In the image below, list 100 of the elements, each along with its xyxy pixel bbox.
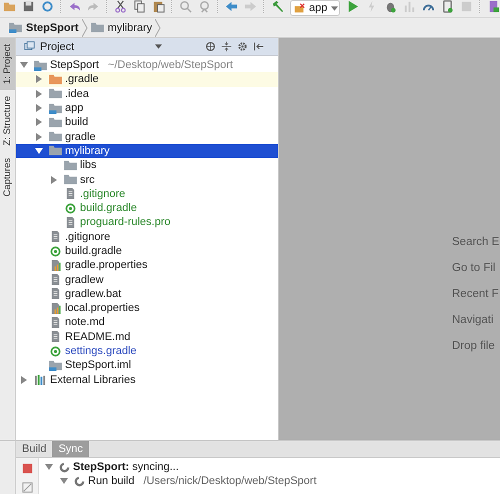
tool-window-tab[interactable]: Z: Structure — [0, 90, 15, 152]
folder-icon — [64, 174, 77, 186]
expand-arrow-icon[interactable] — [35, 104, 43, 112]
tree-item[interactable]: settings.gradle — [16, 344, 278, 358]
item-name: StepSport.iml — [65, 359, 132, 372]
tree-item[interactable]: gradlew.bat — [16, 286, 278, 302]
device-icon[interactable] — [441, 0, 454, 13]
stop-icon[interactable] — [20, 462, 34, 475]
panel-tab[interactable]: Build — [16, 441, 52, 457]
item-name: .gitignore — [65, 230, 110, 243]
tree-item[interactable]: src — [16, 172, 278, 187]
properties-file-icon — [49, 260, 62, 271]
folder-icon — [90, 22, 104, 33]
properties-file-icon — [49, 302, 62, 314]
chevron-icon — [82, 18, 88, 36]
tree-item[interactable]: README.md — [16, 330, 278, 344]
file-icon — [64, 188, 77, 200]
bug-icon[interactable] — [384, 0, 397, 13]
sync-path: /Users/nick/Desktop/web/StepSport — [143, 475, 317, 487]
item-name: StepSport — [50, 59, 99, 72]
item-name: note.md — [65, 316, 105, 328]
cut-icon[interactable] — [114, 0, 127, 13]
expand-arrow-icon[interactable] — [35, 118, 43, 126]
copy-icon[interactable] — [133, 0, 146, 13]
item-name: build.gradle — [80, 202, 137, 214]
target-icon[interactable] — [205, 41, 216, 52]
paste-icon[interactable] — [152, 0, 165, 13]
tree-item[interactable]: StepSport ~/Desktop/web/StepSport — [16, 58, 278, 72]
tree-item[interactable]: libs — [16, 158, 278, 172]
tree-item[interactable]: build — [16, 115, 278, 130]
tree-item[interactable]: proguard-rules.pro — [16, 215, 278, 230]
item-name: README.md — [65, 330, 130, 343]
expand-arrow-icon[interactable] — [35, 75, 43, 84]
breadcrumb-item[interactable]: StepSport — [6, 22, 82, 34]
caret-icon[interactable] — [155, 44, 162, 49]
file-icon — [49, 231, 62, 242]
back-arrow-icon[interactable] — [225, 0, 238, 13]
tool-window-tab[interactable]: Captures — [0, 152, 15, 202]
editor-hint: Search E — [452, 236, 500, 248]
expand-arrow-icon[interactable] — [35, 90, 43, 98]
item-name: External Libraries — [50, 374, 136, 386]
tree-item[interactable]: gradlew — [16, 272, 278, 287]
item-name: .gradle — [65, 73, 99, 86]
tree-item[interactable]: .idea — [16, 86, 278, 101]
editor-hint: Navigati — [452, 314, 495, 326]
android-module-icon — [294, 2, 305, 14]
item-name: libs — [80, 159, 97, 172]
tree-item[interactable]: build.gradle — [16, 200, 278, 216]
open-folder-icon[interactable] — [3, 0, 16, 13]
item-name: local.properties — [65, 302, 140, 314]
filter-icon[interactable] — [20, 481, 34, 494]
editor-hint: Drop file — [452, 340, 496, 352]
tree-item[interactable]: build.gradle — [16, 244, 278, 258]
item-name: build.gradle — [65, 245, 122, 257]
expand-arrow-icon[interactable] — [20, 376, 28, 384]
save-icon[interactable] — [22, 0, 35, 13]
hide-icon[interactable] — [253, 41, 264, 52]
tree-item[interactable]: note.md — [16, 315, 278, 330]
tree-item[interactable]: mylibrary — [16, 144, 278, 158]
file-icon — [49, 288, 62, 300]
folder-icon — [49, 145, 62, 156]
project-view-icon — [24, 41, 35, 52]
expand-arrow-icon[interactable] — [35, 132, 43, 141]
editor-hint: Recent F — [452, 288, 500, 300]
gradle-icon — [49, 346, 62, 357]
sdk-manager-icon[interactable] — [487, 0, 500, 13]
tree-item[interactable]: gradle.properties — [16, 258, 278, 272]
item-name: gradlew — [65, 274, 104, 286]
gradle-icon — [64, 202, 77, 214]
tree-item[interactable]: app — [16, 100, 278, 116]
settings-icon[interactable] — [237, 41, 248, 52]
tree-item[interactable]: .gradle — [16, 72, 278, 87]
tree-item[interactable]: local.properties — [16, 301, 278, 316]
caret-icon — [331, 6, 338, 10]
item-name: build — [65, 116, 88, 128]
sync-step: StepSport: syncing... — [73, 461, 179, 473]
tree-item[interactable]: gradle — [16, 129, 278, 144]
module-folder-icon — [34, 60, 47, 71]
tree-item[interactable]: StepSport.iml — [16, 358, 278, 373]
breadcrumb-item[interactable]: mylibrary — [88, 22, 156, 34]
item-name: gradle — [65, 130, 96, 143]
hammer-icon[interactable] — [271, 0, 284, 13]
expand-arrow-icon[interactable] — [20, 61, 28, 70]
collapse-icon[interactable] — [221, 41, 232, 52]
tree-item[interactable]: External Libraries — [16, 372, 278, 387]
run-config-dropdown[interactable]: app — [290, 0, 340, 16]
tool-window-tab[interactable]: 1: Project — [0, 38, 15, 90]
expand-arrow-icon[interactable] — [50, 176, 58, 184]
search-icon[interactable] — [179, 0, 192, 13]
item-name: mylibrary — [65, 144, 110, 157]
tree-item[interactable]: .gitignore — [16, 230, 278, 244]
libraries-icon — [34, 374, 47, 386]
item-name: .gitignore — [80, 188, 126, 200]
item-name: app — [65, 102, 84, 114]
chevron-icon — [155, 18, 162, 36]
file-icon — [49, 316, 62, 328]
expand-arrow-icon[interactable] — [35, 146, 43, 155]
run-icon[interactable] — [346, 0, 359, 13]
tree-item[interactable]: .gitignore — [16, 186, 278, 201]
undo-icon[interactable] — [68, 0, 81, 13]
